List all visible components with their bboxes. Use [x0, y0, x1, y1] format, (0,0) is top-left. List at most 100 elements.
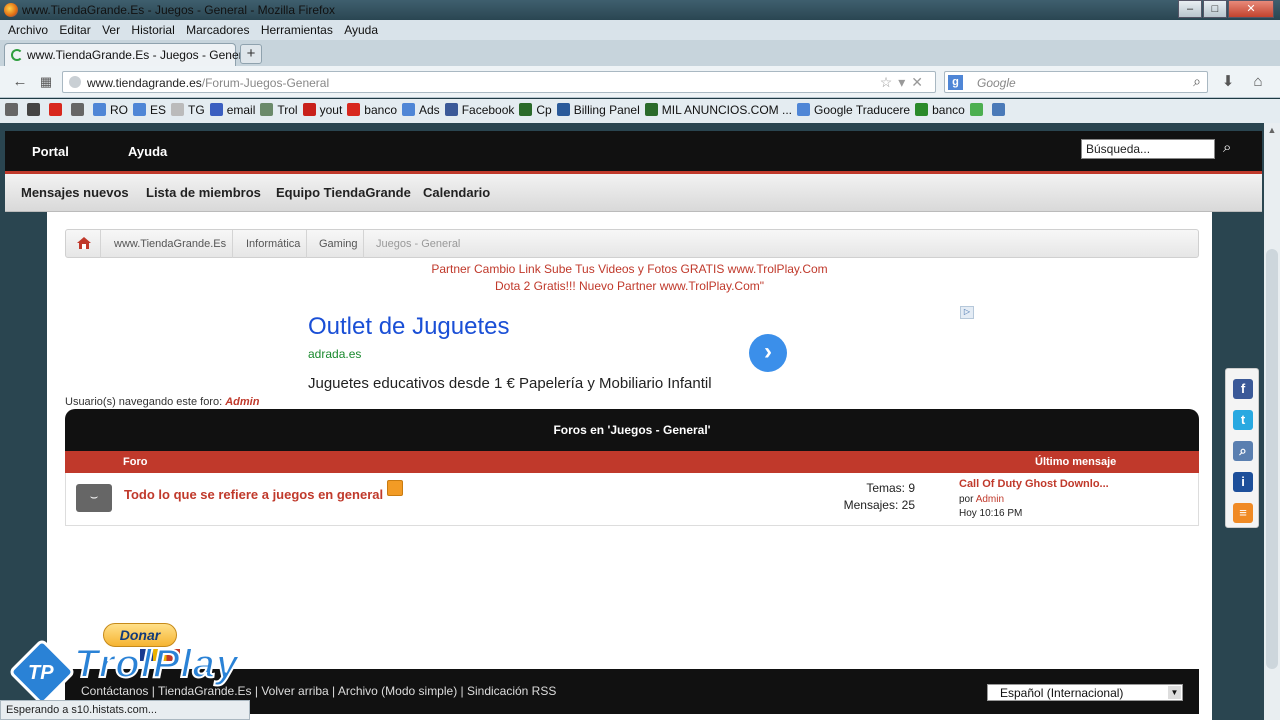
bookmark-item[interactable]	[5, 103, 22, 117]
bookmark-item[interactable]	[991, 103, 1009, 117]
bookmark-item[interactable]: TG	[171, 103, 205, 117]
bookmark-item[interactable]: Facebook	[444, 103, 514, 117]
bookmark-favicon-icon	[991, 103, 1005, 116]
bookmark-favicon-icon	[969, 103, 983, 116]
rss-icon[interactable]	[387, 480, 403, 496]
ad-choices-icon[interactable]: ▷	[960, 306, 974, 319]
ad-url[interactable]: adrada.es	[308, 347, 361, 361]
bookmark-item[interactable]: ES	[133, 103, 166, 117]
bookmark-favicon-icon	[915, 103, 929, 116]
url-text[interactable]: www.tiendagrande.es/Forum-Juegos-General	[87, 76, 329, 90]
bookmark-favicon-icon	[644, 103, 658, 116]
forum-speech-bubble-icon: ⌣	[76, 484, 112, 512]
last-post-user-link[interactable]: Admin	[976, 494, 1004, 505]
subnav-mensajes-nuevos[interactable]: Mensajes nuevos	[21, 185, 129, 200]
nav-portal[interactable]: Portal	[32, 144, 69, 159]
bookmark-favicon-icon	[171, 103, 185, 116]
back-button[interactable]: ←	[8, 71, 32, 93]
menu-editar[interactable]: Editar	[55, 20, 94, 37]
close-window-button[interactable]: ✕	[1228, 0, 1274, 18]
chevron-down-icon[interactable]: ▼	[1168, 686, 1181, 699]
menu-archivo[interactable]: Archivo	[4, 20, 52, 37]
facebook-icon[interactable]: f	[1233, 379, 1253, 399]
bookmark-item[interactable]: Cp	[519, 103, 552, 117]
subnav-calendario[interactable]: Calendario	[423, 185, 490, 200]
ad-arrow-icon[interactable]: ›	[749, 334, 787, 372]
bookmark-item[interactable]: RO	[93, 103, 128, 117]
search-icon[interactable]: ⌕	[1193, 73, 1201, 90]
breadcrumb-site[interactable]: www.TiendaGrande.Es	[114, 238, 226, 250]
bookmark-item[interactable]: yout	[302, 103, 342, 117]
search-bar[interactable]: g Google ⌕	[944, 71, 1208, 93]
bookmarks-bar: RO ES TG email Trol yout banco Ads Facebook Cp Bil…	[0, 99, 1280, 123]
rss-feed-icon[interactable]: ≡	[1233, 503, 1253, 523]
breadcrumb-gaming[interactable]: Gaming	[319, 238, 358, 250]
site-search-input[interactable]: Búsqueda...	[1081, 139, 1215, 159]
bookmark-favicon-icon	[347, 103, 361, 116]
window-title: www.TiendaGrande.Es - Juegos - General -…	[22, 3, 336, 17]
browsing-user-link[interactable]: Admin	[225, 396, 259, 408]
scroll-up-icon[interactable]: ▲	[1264, 125, 1280, 139]
bookmark-item[interactable]: MIL ANUNCIOS.COM ...	[644, 103, 792, 117]
subnav-lista-miembros[interactable]: Lista de miembros	[146, 185, 261, 200]
subnav-equipo[interactable]: Equipo TiendaGrande	[276, 185, 411, 200]
info-icon[interactable]: i	[1233, 472, 1253, 492]
nav-ayuda[interactable]: Ayuda	[128, 144, 167, 159]
menu-marcadores[interactable]: Marcadores	[182, 20, 253, 37]
bookmark-favicon-icon	[556, 103, 570, 116]
globe-icon	[69, 76, 81, 88]
download-icon[interactable]: ⬇	[1216, 71, 1240, 93]
navigation-bar: ← ▦ www.tiendagrande.es/Forum-Juegos-Gen…	[0, 66, 1280, 98]
site-subnav: Mensajes nuevos Lista de miembros Equipo…	[5, 174, 1262, 212]
browser-tab[interactable]: www.TiendaGrande.Es - Juegos - General	[4, 43, 252, 66]
bookmark-item[interactable]	[27, 103, 44, 117]
bookmark-favicon-icon	[71, 103, 84, 116]
social-share-bar: f t ⌕ i ≡	[1225, 368, 1259, 528]
menu-ayuda[interactable]: Ayuda	[340, 20, 382, 37]
bookmark-item[interactable]: Billing Panel	[556, 103, 640, 117]
bookmark-favicon-icon	[49, 103, 62, 116]
partner-line-2[interactable]: Dota 2 Gratis!!! Nuevo Partner www.TrolP…	[47, 279, 1212, 293]
bookmark-item[interactable]: banco	[915, 103, 965, 117]
bookmark-favicon-icon	[402, 103, 415, 116]
bookmark-item[interactable]: Ads	[402, 103, 440, 117]
advertisement[interactable]: Outlet de Juguetes adrada.es Juguetes ed…	[308, 306, 978, 403]
home-icon[interactable]: ⌂	[1246, 71, 1270, 93]
bookmark-favicon-icon	[302, 103, 316, 116]
last-post-title[interactable]: Call Of Duty Ghost Downlo...	[959, 478, 1109, 490]
menu-historial[interactable]: Historial	[127, 20, 178, 37]
bookmark-item[interactable]: Trol	[260, 103, 298, 117]
ad-title[interactable]: Outlet de Juguetes	[308, 313, 509, 341]
bookmark-item[interactable]	[49, 103, 66, 117]
vertical-scrollbar[interactable]: ▲	[1264, 123, 1280, 720]
twitter-icon[interactable]: t	[1233, 410, 1253, 430]
col-ultimo-mensaje: Último mensaje	[1035, 456, 1117, 468]
scrollbar-thumb[interactable]	[1266, 249, 1278, 669]
language-select[interactable]: Español (Internacional) ▼	[987, 684, 1183, 701]
menu-herramientas[interactable]: Herramientas	[257, 20, 337, 37]
home-breadcrumb-icon[interactable]	[76, 236, 92, 250]
search-icon[interactable]: ⌕	[1233, 441, 1253, 461]
site-search-icon[interactable]: ⌕	[1223, 139, 1231, 156]
bookmark-item[interactable]: email	[209, 103, 255, 117]
bookmark-item[interactable]: Google Traducere	[797, 103, 910, 117]
new-tab-button[interactable]: +	[240, 44, 262, 64]
browsing-users: Usuario(s) navegando este foro: Admin	[65, 396, 260, 408]
forum-title-link[interactable]: Todo lo que se refiere a juegos en gener…	[124, 487, 383, 502]
google-engine-icon[interactable]: g	[948, 75, 963, 90]
last-post-author: por Admin	[959, 494, 1005, 505]
breadcrumb-informatica[interactable]: Informática	[246, 238, 300, 250]
minimize-button[interactable]: –	[1178, 0, 1202, 18]
tab-grid-icon[interactable]: ▦	[34, 71, 58, 93]
forum-table-columns: Foro Último mensaje	[65, 451, 1199, 473]
url-actions-icon[interactable]: ☆▾✕	[880, 74, 929, 91]
bookmark-favicon-icon	[27, 103, 40, 116]
bookmark-item[interactable]: banco	[347, 103, 397, 117]
maximize-button[interactable]: □	[1203, 0, 1227, 18]
menu-ver[interactable]: Ver	[98, 20, 124, 37]
url-bar[interactable]: www.tiendagrande.es/Forum-Juegos-General…	[62, 71, 936, 93]
bookmark-item[interactable]	[969, 103, 987, 117]
site-topnav: Portal Ayuda Búsqueda... ⌕	[5, 131, 1262, 174]
partner-line-1[interactable]: Partner Cambio Link Sube Tus Videos y Fo…	[47, 262, 1212, 276]
bookmark-item[interactable]	[71, 103, 88, 117]
